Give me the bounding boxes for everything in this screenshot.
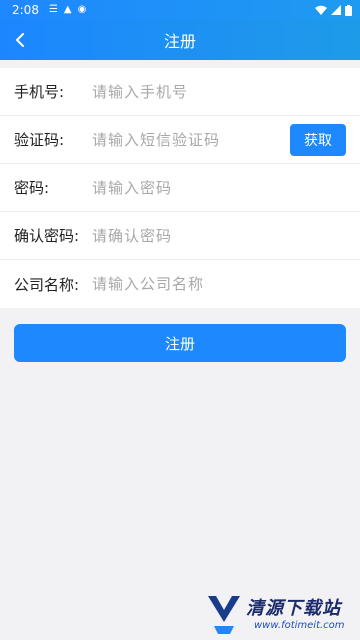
watermark-brand: 清源下载站 <box>246 598 341 619</box>
back-button[interactable] <box>6 26 34 54</box>
battery-icon <box>345 4 352 16</box>
signal-icon <box>331 5 341 15</box>
company-row: 公司名称: <box>0 260 360 308</box>
app-icon: ▲ <box>63 4 72 15</box>
register-button[interactable]: 注册 <box>14 324 346 362</box>
company-input[interactable] <box>92 268 360 300</box>
password-row: 密码: <box>0 164 360 212</box>
header-bar: 注册 <box>0 20 360 60</box>
wifi-icon <box>315 5 327 15</box>
page-title: 注册 <box>163 32 196 51</box>
register-form: 手机号: 验证码: 获取 密码: 确认密码: 公司名称: <box>0 68 360 308</box>
get-code-button[interactable]: 获取 <box>290 124 346 156</box>
confirm-password-label: 确认密码: <box>14 227 80 245</box>
phone-input[interactable] <box>92 75 360 108</box>
chevron-left-icon <box>16 33 24 47</box>
confirm-password-input[interactable] <box>92 219 360 252</box>
watermark-logo-icon <box>208 596 240 634</box>
phone-label: 手机号: <box>14 83 65 101</box>
book-icon: ☰ <box>48 4 58 15</box>
watermark: 清源下载站 www.fotimeit.com <box>204 592 354 636</box>
confirm-password-row: 确认密码: <box>0 212 360 260</box>
company-label: 公司名称: <box>14 275 80 294</box>
status-system-icons <box>315 4 352 16</box>
status-notification-icons: ☰ ▲ ◉ <box>49 5 86 15</box>
status-time: 2:08 <box>12 3 39 17</box>
code-row: 验证码: 获取 <box>0 116 360 164</box>
sync-icon: ◉ <box>77 4 87 15</box>
watermark-url: www.fotimeit.com <box>254 620 345 631</box>
password-input[interactable] <box>92 171 360 204</box>
password-label: 密码: <box>14 179 50 197</box>
phone-row: 手机号: <box>0 68 360 116</box>
status-bar: 2:08 ☰ ▲ ◉ <box>0 0 360 20</box>
code-label: 验证码: <box>14 131 65 149</box>
